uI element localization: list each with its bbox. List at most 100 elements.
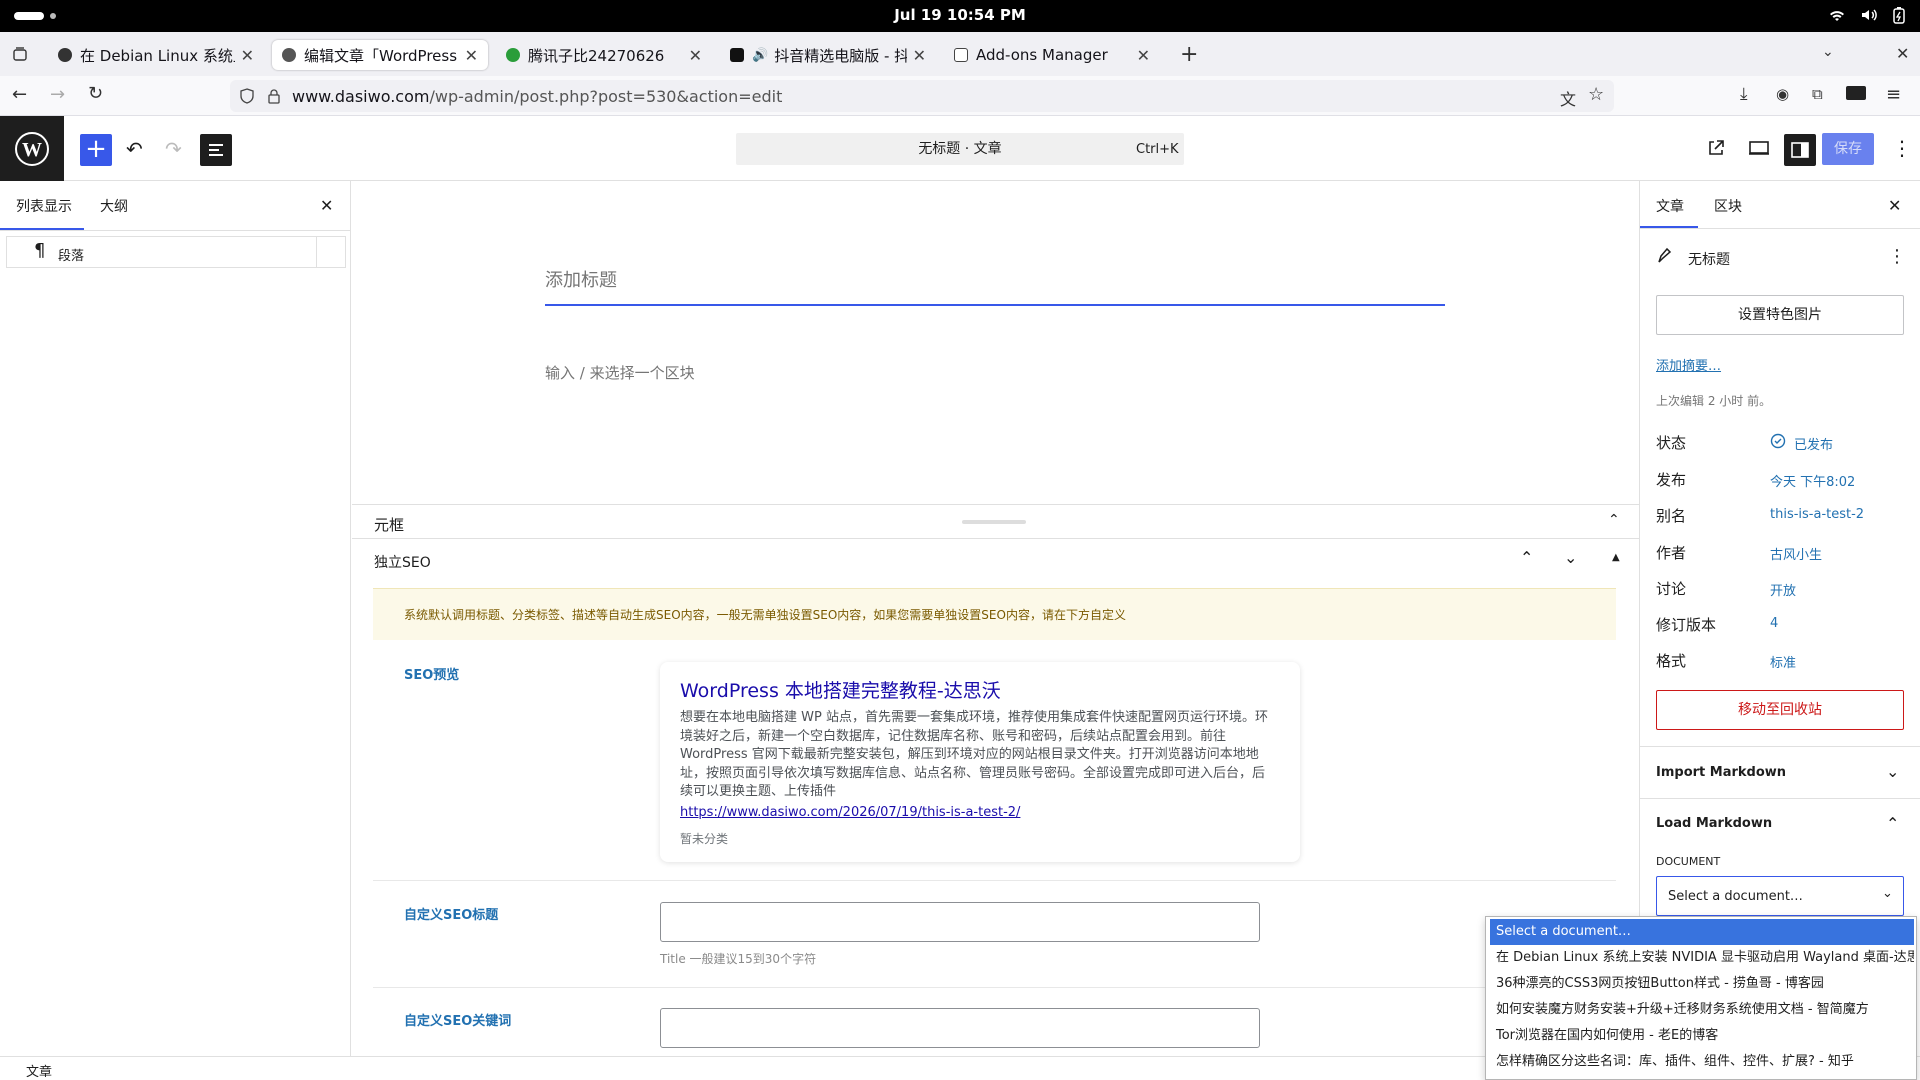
document-title[interactable]: 无标题 · 文章 (736, 138, 1184, 158)
hamburger-menu-icon[interactable]: ≡ (1886, 84, 1901, 105)
undo-icon[interactable]: ↶ (126, 137, 143, 161)
system-tray[interactable] (1828, 6, 1906, 24)
pen-nib-icon (1658, 247, 1672, 263)
publish-date-value[interactable]: 今天 下午8:02 (1770, 471, 1855, 490)
preview-desktop-icon[interactable] (1748, 138, 1770, 158)
close-tab-icon[interactable]: ✕ (913, 46, 926, 65)
close-window-icon[interactable]: ✕ (1896, 44, 1909, 63)
select-option[interactable]: 怎样精确区分这些名词：库、插件、组件、控件、扩展? - 知乎 (1490, 1049, 1914, 1075)
back-arrow-icon[interactable]: ← (12, 84, 27, 105)
tab-list-view[interactable]: 列表显示 (16, 196, 72, 216)
extensions-puzzle-icon[interactable]: ⧉ (1812, 85, 1823, 103)
custom-seo-title-hint: Title 一般建议15到30个字符 (660, 952, 817, 966)
toggle-panel-triangle-icon[interactable]: ▲ (1612, 552, 1620, 563)
collapse-chevron-up-icon[interactable]: ⌃ (1886, 814, 1899, 833)
options-vertical-dots-icon[interactable]: ⋮ (1892, 136, 1912, 160)
close-tab-icon[interactable]: ✕ (689, 46, 702, 65)
list-item-label[interactable]: 段落 (58, 245, 84, 264)
tab-overview-icon[interactable] (12, 46, 28, 62)
move-up-chevron-icon[interactable]: ⌃ (1520, 548, 1533, 567)
select-option[interactable]: Tor浏览器在国内如何使用 - 老E的博客 (1490, 1023, 1914, 1049)
set-featured-image-button[interactable]: 设置特色图片 (1656, 295, 1904, 335)
move-to-trash-button[interactable]: 移动至回收站 (1656, 690, 1904, 730)
reload-icon[interactable]: ↻ (88, 83, 103, 104)
custom-seo-keywords-input[interactable] (660, 1008, 1260, 1048)
author-label: 作者 (1656, 544, 1687, 562)
close-panel-icon[interactable]: ✕ (320, 196, 333, 215)
select-option[interactable]: 36种漂亮的CSS3网页按钮Button样式 - 捞鱼哥 - 博客园 (1490, 971, 1914, 997)
author-value[interactable]: 古风小生 (1770, 544, 1822, 563)
block-appender-placeholder[interactable]: 输入 / 来选择一个区块 (545, 362, 695, 383)
seo-box-title: 独立SEO (374, 555, 431, 571)
status-value[interactable]: 已发布 (1794, 434, 1833, 453)
system-clock[interactable]: Jul 19 10:54 PM (0, 6, 1920, 24)
redo-icon[interactable]: ↷ (165, 137, 182, 161)
tab-block[interactable]: 区块 (1714, 196, 1742, 216)
browser-tab[interactable]: 在 Debian Linux 系统上安装 ✕ (48, 40, 264, 70)
list-all-tabs-chevron-icon[interactable]: ⌄ (1822, 44, 1834, 60)
wifi-icon (1830, 11, 1844, 21)
format-value[interactable]: 标准 (1770, 652, 1796, 671)
url-text[interactable]: www.dasiwo.com/wp-admin/post.php?post=53… (292, 87, 782, 106)
downloads-icon[interactable]: ⤓ (1740, 84, 1748, 104)
select-option[interactable]: 在 Debian Linux 系统上安装 NVIDIA 显卡驱动启用 Wayla… (1490, 945, 1914, 971)
list-item[interactable] (6, 236, 346, 268)
import-markdown-title[interactable]: Import Markdown (1656, 765, 1786, 780)
select-option[interactable]: Select a document… (1490, 919, 1914, 945)
close-sidebar-icon[interactable]: ✕ (1888, 196, 1901, 215)
tab-audio-icon[interactable]: 🔊 (752, 48, 768, 63)
shortcut-hint: Ctrl+K (1136, 142, 1179, 157)
forward-arrow-icon[interactable]: → (50, 84, 65, 105)
document-overview-button[interactable] (200, 134, 232, 166)
expand-chevron-down-icon[interactable]: ⌄ (1886, 762, 1899, 781)
discussion-label: 讨论 (1656, 580, 1687, 598)
browser-tab-active[interactable]: 编辑文章「WordPress 本地 ✕ (272, 40, 488, 70)
list-view-panel (0, 181, 351, 1056)
close-tab-icon[interactable]: ✕ (1137, 46, 1150, 65)
divider (1640, 746, 1920, 747)
seo-preview-url[interactable]: https://www.dasiwo.com/2026/07/19/this-i… (680, 805, 1020, 820)
close-tab-icon[interactable]: ✕ (241, 46, 254, 65)
add-excerpt-link[interactable]: 添加摘要… (1656, 355, 1721, 374)
meta-boxes-title: 元框 (374, 516, 405, 534)
tab-post[interactable]: 文章 (1656, 196, 1684, 216)
wordpress-logo-icon[interactable]: W (0, 116, 64, 181)
breadcrumb[interactable]: 文章 (26, 1061, 52, 1080)
custom-seo-title-input[interactable] (660, 902, 1260, 942)
slug-value[interactable]: this-is-a-test-2 (1770, 507, 1864, 522)
tab-outline[interactable]: 大纲 (100, 196, 128, 216)
shield-icon[interactable] (240, 88, 254, 104)
translate-icon[interactable]: 文 (1560, 86, 1576, 110)
load-markdown-title[interactable]: Load Markdown (1656, 816, 1772, 831)
paragraph-icon: ¶ (34, 240, 46, 261)
close-tab-icon[interactable]: ✕ (465, 46, 478, 65)
resize-handle[interactable] (962, 520, 1026, 524)
volume-icon (1862, 9, 1877, 21)
revisions-value[interactable]: 4 (1770, 616, 1778, 631)
last-edited-text: 上次编辑 2 小时 前。 (1656, 394, 1772, 408)
account-icon[interactable]: ◉ (1776, 85, 1789, 103)
sidebar-icon (1791, 142, 1809, 158)
post-actions-dots-icon[interactable]: ⋮ (1888, 246, 1906, 267)
browser-tab[interactable]: 🔊 抖音精选电脑版 - 抖音 ✕ (720, 40, 936, 70)
markdown-extension-icon[interactable] (1846, 86, 1866, 100)
save-button[interactable]: 保存 (1822, 133, 1874, 165)
browser-tab[interactable]: Add-ons Manager ✕ (944, 40, 1160, 70)
new-tab-button[interactable]: + (1180, 42, 1198, 67)
lock-icon[interactable] (268, 88, 280, 104)
site-favicon-icon (58, 48, 72, 62)
bookmark-star-icon[interactable]: ☆ (1588, 84, 1604, 105)
divider (373, 987, 1616, 988)
divider (0, 230, 351, 231)
divider (373, 880, 1616, 881)
select-option[interactable]: 如何安装魔方财务安装+升级+迁移财务系统使用文档 - 智简魔方 (1490, 997, 1914, 1023)
discussion-value[interactable]: 开放 (1770, 580, 1796, 599)
move-down-chevron-icon[interactable]: ⌄ (1564, 548, 1577, 567)
document-select-value: Select a document… (1668, 889, 1803, 904)
collapse-meta-chevron-up-icon[interactable]: ⌃ (1608, 512, 1620, 528)
settings-sidebar-toggle[interactable] (1784, 134, 1816, 166)
add-block-button[interactable]: + (80, 134, 112, 166)
view-post-external-icon[interactable] (1706, 138, 1726, 158)
browser-tab[interactable]: 腾讯子比24270626 ✕ (496, 40, 712, 70)
post-title-input[interactable]: 添加标题 (545, 266, 1445, 292)
